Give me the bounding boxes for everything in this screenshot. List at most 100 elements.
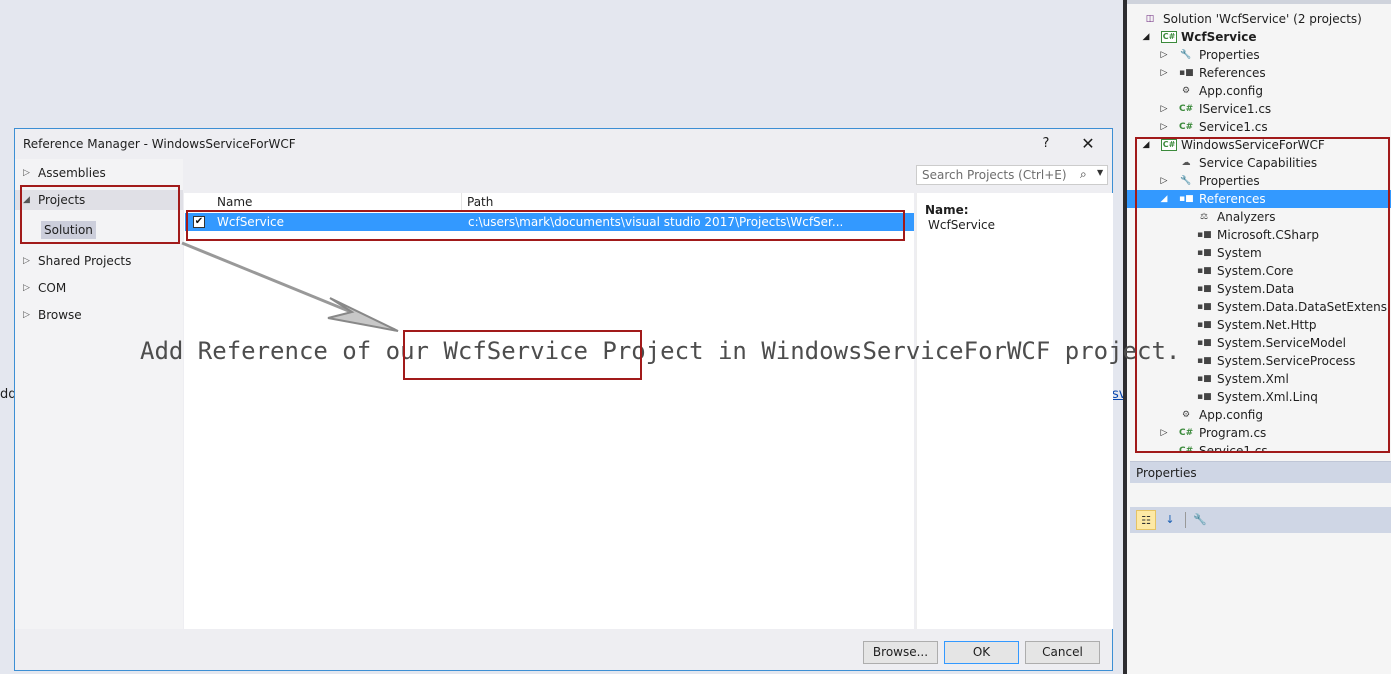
tree-item-properties[interactable]: ▷ 🔧 Properties	[1127, 46, 1391, 64]
nav-item-label: Shared Projects	[38, 254, 132, 268]
search-input[interactable]	[917, 166, 1087, 184]
tree-item-app-config[interactable]: ⚙ App.config	[1127, 82, 1391, 100]
dialog-footer: Browse... OK Cancel	[15, 629, 1112, 670]
properties-pane-header: Properties	[1130, 461, 1391, 483]
tree-item-service1-partial[interactable]: C# Service1.cs	[1127, 442, 1391, 451]
column-divider[interactable]	[461, 193, 462, 211]
nav-item-com[interactable]: ▷ COM	[15, 278, 183, 298]
tree-item-label: References	[1199, 66, 1266, 80]
nav-item-browse[interactable]: ▷ Browse	[15, 305, 183, 325]
details-name-label: Name:	[925, 203, 969, 217]
csharp-file-icon: C#	[1179, 122, 1194, 132]
collapsed-triangle-icon: ▷	[23, 168, 30, 178]
tree-item-label: WindowsServiceForWCF	[1181, 138, 1325, 152]
solution-explorer-toolbar-strip	[1127, 0, 1391, 4]
collapsed-triangle-icon: ▷	[23, 283, 30, 293]
tree-item-reference[interactable]: ▪■ System.Data.DataSetExtensions	[1127, 298, 1391, 316]
search-box: ⌕ ▼	[916, 165, 1108, 185]
tree-item-app-config[interactable]: ⚙ App.config	[1127, 406, 1391, 424]
reference-icon: ▪■	[1197, 230, 1212, 240]
tree-item-reference[interactable]: ▪■ System.Xml	[1127, 370, 1391, 388]
expanded-triangle-icon[interactable]: ◢	[1141, 28, 1151, 46]
tree-item-references[interactable]: ▷ ▪■ References	[1127, 64, 1391, 82]
tree-item-label: App.config	[1199, 84, 1263, 98]
nav-item-shared-projects[interactable]: ▷ Shared Projects	[15, 251, 183, 271]
tree-item-label: System.Xml	[1217, 372, 1289, 386]
column-header-path[interactable]: Path	[467, 195, 493, 209]
property-pages-icon[interactable]: 🔧	[1190, 510, 1210, 530]
tree-item-label: System.ServiceProcess	[1217, 354, 1356, 368]
collapsed-triangle-icon[interactable]: ▷	[1159, 64, 1169, 82]
reference-icon: ▪■	[1197, 374, 1212, 384]
nav-item-projects[interactable]: ◢ Projects	[15, 190, 183, 210]
tree-item-reference[interactable]: ▪■ System.Xml.Linq	[1127, 388, 1391, 406]
tree-item-reference[interactable]: ▪■ System.Net.Http	[1127, 316, 1391, 334]
tree-item-reference[interactable]: ▪■ System.Data	[1127, 280, 1391, 298]
tree-item-label: Solution 'WcfService' (2 projects)	[1163, 12, 1362, 26]
reference-icon: ▪■	[1197, 392, 1212, 402]
browse-button[interactable]: Browse...	[863, 641, 938, 664]
collapsed-triangle-icon[interactable]: ▷	[1159, 46, 1169, 64]
nav-item-label: Browse	[38, 308, 82, 322]
table-row[interactable]: ✔ WcfService c:\users\mark\documents\vis…	[185, 213, 914, 231]
close-icon[interactable]: ✕	[1077, 133, 1099, 155]
tree-item-reference[interactable]: ▪■ Microsoft.CSharp	[1127, 226, 1391, 244]
tree-item-solution[interactable]: ◫ Solution 'WcfService' (2 projects)	[1127, 10, 1391, 28]
column-header-name[interactable]: Name	[217, 195, 252, 209]
csharp-project-icon: C#	[1161, 31, 1177, 43]
tree-item-label: Analyzers	[1217, 210, 1276, 224]
tree-item-project-wcfservice[interactable]: ◢ C# WcfService	[1127, 28, 1391, 46]
help-icon[interactable]: ?	[1035, 133, 1057, 155]
chevron-down-icon[interactable]: ▼	[1097, 168, 1103, 177]
tree-item-label: App.config	[1199, 408, 1263, 422]
ok-button[interactable]: OK	[944, 641, 1019, 664]
nav-item-label: Assemblies	[38, 166, 106, 180]
annotation-text-before: Add Reference of our	[140, 337, 444, 365]
nav-item-label: COM	[38, 281, 67, 295]
tree-item-iservice1[interactable]: ▷ C# IService1.cs	[1127, 100, 1391, 118]
tree-item-label: System.Data	[1217, 282, 1295, 296]
collapsed-triangle-icon[interactable]: ▷	[1159, 172, 1169, 190]
tree-item-program[interactable]: ▷ C# Program.cs	[1127, 424, 1391, 442]
annotation-caption: Add Reference of our WcfService Project …	[140, 337, 1180, 365]
alphabetical-sort-icon[interactable]: ↓	[1160, 510, 1180, 530]
expanded-triangle-icon[interactable]: ◢	[1159, 190, 1169, 208]
reference-checkbox[interactable]: ✔	[193, 216, 205, 228]
reference-icon: ▪■	[1197, 320, 1212, 330]
tree-item-service1[interactable]: ▷ C# Service1.cs	[1127, 118, 1391, 136]
tree-item-reference[interactable]: ▪■ System.Core	[1127, 262, 1391, 280]
categorized-icon[interactable]: ☷	[1136, 510, 1156, 530]
expanded-triangle-icon[interactable]: ◢	[1141, 136, 1151, 154]
row-name-cell: WcfService	[217, 215, 285, 229]
search-icon[interactable]: ⌕	[1080, 167, 1087, 182]
tree-item-label: WcfService	[1181, 30, 1257, 44]
reference-icon: ▪■	[1197, 356, 1212, 366]
cancel-button[interactable]: Cancel	[1025, 641, 1100, 664]
csharp-file-icon: C#	[1179, 428, 1194, 438]
collapsed-triangle-icon[interactable]: ▷	[1159, 118, 1169, 136]
nav-item-solution[interactable]: Solution	[41, 221, 96, 239]
category-nav: ▷ Assemblies ◢ Projects Solution ▷ Share…	[15, 159, 183, 639]
tree-item-service-capabilities[interactable]: ☁ Service Capabilities	[1127, 154, 1391, 172]
tree-item-label: Properties	[1199, 48, 1260, 62]
collapsed-triangle-icon[interactable]: ▷	[1159, 424, 1169, 442]
solution-icon: ◫	[1145, 14, 1155, 24]
nav-item-label: Projects	[38, 193, 86, 207]
cloud-icon: ☁	[1181, 158, 1191, 168]
tree-item-label: References	[1199, 192, 1266, 206]
expanded-triangle-icon: ◢	[23, 195, 30, 205]
tree-item-analyzers[interactable]: ⚖ Analyzers	[1127, 208, 1391, 226]
tree-item-label: System	[1217, 246, 1262, 260]
tree-item-references-selected[interactable]: ◢ ▪■ References	[1127, 190, 1391, 208]
tree-item-label: Service Capabilities	[1199, 156, 1318, 170]
properties-toolbar: ☷ ↓ 🔧	[1130, 507, 1391, 533]
tree-item-label: System.ServiceModel	[1217, 336, 1346, 350]
tree-item-reference[interactable]: ▪■ System	[1127, 244, 1391, 262]
nav-item-assemblies[interactable]: ▷ Assemblies	[15, 163, 183, 183]
config-file-icon: ⚙	[1181, 86, 1191, 96]
toolbar-divider	[1185, 512, 1186, 528]
tree-item-project-windowsservice[interactable]: ◢ C# WindowsServiceForWCF	[1127, 136, 1391, 154]
collapsed-triangle-icon[interactable]: ▷	[1159, 100, 1169, 118]
tree-item-properties[interactable]: ▷ 🔧 Properties	[1127, 172, 1391, 190]
csharp-file-icon: C#	[1179, 446, 1194, 451]
